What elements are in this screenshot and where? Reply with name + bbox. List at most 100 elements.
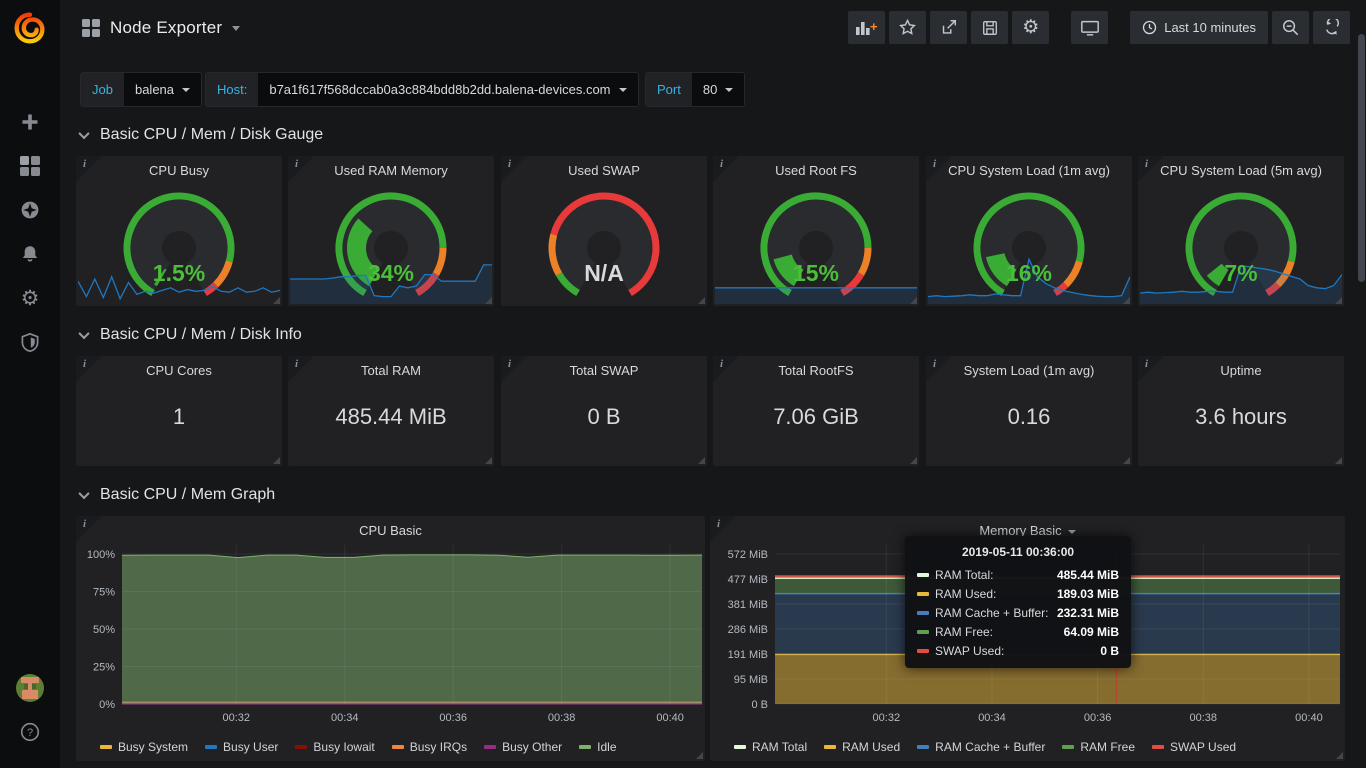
panel-resize-handle[interactable] [485,457,492,464]
dashboard-icon[interactable] [82,19,100,37]
star-button[interactable] [889,11,926,44]
panel-title[interactable]: Uptime [1138,363,1344,378]
panel-title[interactable]: System Load (1m avg) [926,363,1132,378]
gauge-value: 34% [288,260,494,287]
refresh-button[interactable] [1313,11,1350,44]
panel-resize-handle[interactable] [1336,752,1343,759]
legend-item[interactable]: SWAP Used [1152,740,1236,754]
alerting-button[interactable] [0,232,60,276]
port-variable-select[interactable]: Port 80 [645,72,745,107]
panel-title[interactable]: CPU Cores [76,363,282,378]
title-caret-icon [232,26,240,31]
explore-button[interactable] [0,188,60,232]
cycle-view-button[interactable] [1071,11,1108,44]
row-header-gauge[interactable]: Basic CPU / Mem / Disk Gauge [80,121,323,149]
panel-resize-handle[interactable] [273,457,280,464]
panel-resize-handle[interactable] [273,297,280,304]
dashboard-title[interactable]: Node Exporter [110,18,222,38]
panel-resize-handle[interactable] [1123,297,1130,304]
panel-resize-handle[interactable] [485,297,492,304]
create-button[interactable] [0,100,60,144]
host-variable-select[interactable]: Host: b7a1f617f568dccab0a3c884bdd8b2dd.b… [205,72,639,107]
help-button[interactable]: ? [0,710,60,754]
legend-label: Busy Iowait [313,740,374,754]
legend-item[interactable]: Busy System [100,740,188,754]
zoom-out-button[interactable] [1272,11,1309,44]
grafana-logo[interactable] [0,0,60,56]
compass-icon [19,199,41,221]
gear-icon: ⚙ [21,288,40,309]
time-range-button[interactable]: Last 10 minutes [1130,11,1268,44]
panel-title[interactable]: Total RAM [288,363,494,378]
svg-text:00:32: 00:32 [222,712,250,724]
tooltip-label: RAM Free: [935,625,993,639]
graph-tooltip: 2019-05-11 00:36:00 RAM Total:485.44 MiB… [905,536,1131,668]
legend-item[interactable]: RAM Used [824,740,900,754]
panel-resize-handle[interactable] [910,457,917,464]
legend-item[interactable]: Idle [579,740,616,754]
server-admin-button[interactable] [0,320,60,364]
stat-value: 7.06 GiB [713,404,919,430]
legend-color-swatch [205,745,217,749]
stat-panel-cpu-cores: i CPU Cores 1 [76,356,282,466]
panel-resize-handle[interactable] [1335,457,1342,464]
host-value: b7a1f617f568dccab0a3c884bdd8b2dd.balena-… [269,82,610,97]
legend-item[interactable]: Busy Iowait [295,740,374,754]
add-panel-button[interactable]: + [848,11,885,44]
legend-item[interactable]: Busy Other [484,740,562,754]
share-icon [939,18,958,37]
user-avatar[interactable] [0,666,60,710]
legend-item[interactable]: Busy IRQs [392,740,467,754]
svg-text:0 B: 0 B [751,699,768,711]
avatar-image [15,673,45,703]
gauge-value: 16% [926,260,1132,287]
panel-resize-handle[interactable] [910,297,917,304]
share-button[interactable] [930,11,967,44]
row-header-graph[interactable]: Basic CPU / Mem Graph [80,481,275,509]
legend-item[interactable]: RAM Total [734,740,807,754]
legend-item[interactable]: RAM Free [1062,740,1135,754]
gauge-value: 7% [1138,260,1344,287]
stat-panel-total-ram: i Total RAM 485.44 MiB [288,356,494,466]
host-label: Host: [206,73,258,106]
stat-value: 1 [76,404,282,430]
gauge-panel-used-rootfs: i Used Root FS 15% [713,156,919,306]
gauge-panel-used-ram: i Used RAM Memory 34% [288,156,494,306]
panel-resize-handle[interactable] [696,752,703,759]
gauge-panel-load-1m: i CPU System Load (1m avg) 16% [926,156,1132,306]
gauge-value: 1.5% [76,260,282,287]
svg-text:286 MiB: 286 MiB [728,624,768,636]
scrollbar-thumb[interactable] [1358,34,1365,282]
configuration-button[interactable]: ⚙ [0,276,60,320]
stat-value: 3.6 hours [1138,404,1344,430]
graph-panel-cpu-basic: i CPU Basic 0%25%50%75%100%00:3200:3400:… [76,516,705,761]
panel-resize-handle[interactable] [698,457,705,464]
navbar: Node Exporter + [60,0,1366,56]
stat-value: 0 B [501,404,707,430]
gauge-value: 15% [713,260,919,287]
legend-item[interactable]: RAM Cache + Buffer [917,740,1045,754]
dashboards-button[interactable] [0,144,60,188]
row-header-info[interactable]: Basic CPU / Mem / Disk Info [80,321,302,349]
save-button[interactable] [971,11,1008,44]
job-variable-select[interactable]: Job balena [80,72,202,107]
panel-resize-handle[interactable] [698,297,705,304]
chart-legend: Busy System Busy User Busy Iowait Busy IRQs… [100,740,697,754]
stat-panel-uptime: i Uptime 3.6 hours [1138,356,1344,466]
panel-resize-handle[interactable] [1123,457,1130,464]
tooltip-value: 485.44 MiB [1057,568,1119,582]
chevron-down-icon [78,488,89,499]
legend-color-swatch [295,745,307,749]
panel-title[interactable]: Total RootFS [713,363,919,378]
panel-title[interactable]: Total SWAP [501,363,707,378]
svg-text:00:36: 00:36 [439,712,467,724]
legend-item[interactable]: Busy User [205,740,278,754]
legend-label: Busy User [223,740,278,754]
series-color-swatch [917,649,929,653]
svg-text:25%: 25% [93,662,115,674]
panel-resize-handle[interactable] [1335,297,1342,304]
tooltip-row: RAM Used:189.03 MiB [917,584,1119,603]
monitor-icon [1080,19,1100,37]
dashboard-settings-button[interactable]: ⚙ [1012,11,1049,44]
shield-icon [19,331,41,353]
